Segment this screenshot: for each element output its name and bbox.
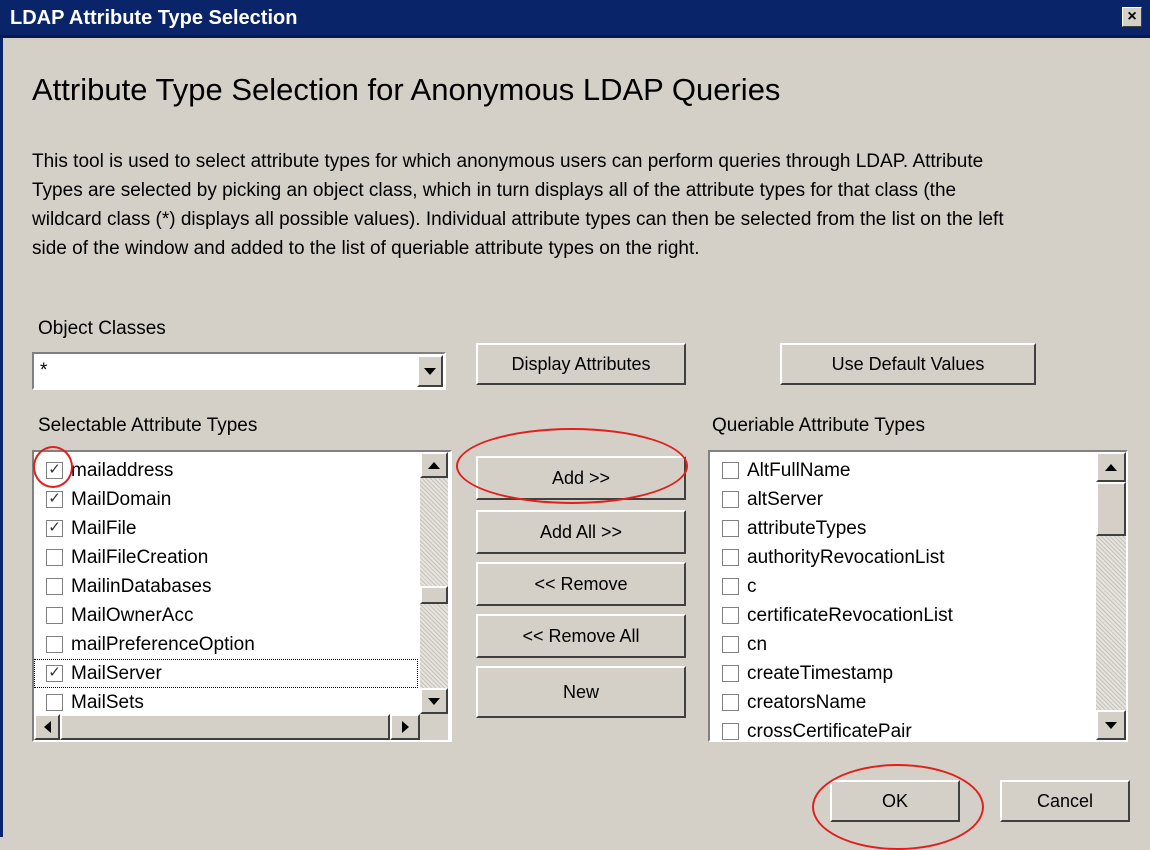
queriable-item-label: altServer: [747, 488, 824, 510]
close-button[interactable]: ×: [1122, 7, 1142, 27]
queriable-item-label: c: [747, 575, 757, 597]
queriable-attributes-label: Queriable Attribute Types: [712, 415, 925, 436]
selectable-item-label: MailDomain: [71, 488, 172, 510]
selectable-item-label: MailFileCreation: [71, 546, 209, 568]
queriable-list-item[interactable]: authorityRevocationList: [710, 543, 1094, 572]
use-default-values-button[interactable]: Use Default Values: [780, 343, 1036, 385]
selectable-item-label: mailaddress: [71, 459, 174, 481]
selectable-list-item[interactable]: ✓ MailDomain: [34, 485, 418, 514]
page-title: Attribute Type Selection for Anonymous L…: [32, 72, 781, 107]
selectable-list-item[interactable]: ✓ MailFile: [34, 514, 418, 543]
queriable-list-item[interactable]: c: [710, 572, 1094, 601]
queriable-scroll-up-button[interactable]: [1096, 452, 1126, 482]
selectable-item-label: MailinDatabases: [71, 575, 212, 597]
queriable-list-item[interactable]: certificateRevocationList: [710, 601, 1094, 630]
queriable-item-label: creatorsName: [747, 691, 867, 713]
new-button[interactable]: New: [476, 666, 686, 718]
queriable-list-item[interactable]: creatorsName: [710, 688, 1094, 717]
selectable-list-item[interactable]: MailOwnerAcc: [34, 601, 418, 630]
selectable-item-label: mailPreferenceOption: [71, 633, 255, 655]
queriable-item-label: cn: [747, 633, 768, 655]
checkbox-icon[interactable]: [46, 694, 63, 711]
checkbox-icon[interactable]: [722, 491, 739, 508]
selectable-list-item[interactable]: mailPreferenceOption: [34, 630, 418, 659]
queriable-item-label: createTimestamp: [747, 662, 894, 684]
queriable-item-label: crossCertificatePair: [747, 720, 912, 742]
checkbox-icon[interactable]: [722, 694, 739, 711]
remove-all-button[interactable]: << Remove All: [476, 614, 686, 658]
checkbox-icon[interactable]: [46, 636, 63, 653]
queriable-list-item[interactable]: altServer: [710, 485, 1094, 514]
selectable-list-item[interactable]: MailFileCreation: [34, 543, 418, 572]
selectable-list-item[interactable]: ✓ MailServer: [34, 659, 418, 688]
selectable-list-item[interactable]: MailSets: [34, 688, 418, 717]
selectable-scroll-up-button[interactable]: [420, 452, 448, 478]
selectable-item-label: MailSets: [71, 691, 144, 713]
queriable-list-item[interactable]: AltFullName: [710, 456, 1094, 485]
arrow-up-icon: [1105, 463, 1117, 471]
checkbox-icon[interactable]: [722, 462, 739, 479]
selectable-item-label: MailFile: [71, 517, 137, 539]
arrow-up-icon: [428, 461, 440, 469]
ok-button[interactable]: OK: [830, 780, 960, 822]
checkbox-icon[interactable]: [722, 578, 739, 595]
selectable-scroll-right-button[interactable]: [390, 714, 420, 740]
checkbox-icon[interactable]: [722, 636, 739, 653]
checkbox-icon[interactable]: [722, 607, 739, 624]
checkbox-icon[interactable]: [722, 723, 739, 740]
object-class-value: *: [40, 360, 48, 381]
window-title: LDAP Attribute Type Selection: [10, 7, 298, 29]
queriable-scroll-down-button[interactable]: [1096, 710, 1126, 740]
selectable-hscroll-thumb[interactable]: [60, 714, 390, 740]
checkbox-checked-icon[interactable]: ✓: [46, 665, 63, 682]
checkbox-icon[interactable]: [722, 520, 739, 537]
queriable-vscroll-thumb[interactable]: [1096, 482, 1126, 536]
selectable-scroll-left-button[interactable]: [34, 714, 60, 740]
selectable-attributes-label: Selectable Attribute Types: [38, 415, 258, 436]
arrow-left-icon: [43, 721, 51, 733]
dropdown-button[interactable]: [417, 355, 443, 387]
queriable-list-item[interactable]: createTimestamp: [710, 659, 1094, 688]
queriable-list-item[interactable]: cn: [710, 630, 1094, 659]
checkbox-icon[interactable]: [46, 549, 63, 566]
window-left-edge: [0, 38, 3, 837]
cancel-button[interactable]: Cancel: [1000, 780, 1130, 822]
remove-button[interactable]: << Remove: [476, 562, 686, 606]
selectable-attributes-list[interactable]: ✓ mailaddress ✓ MailDomain ✓ MailFile MailFile…: [32, 450, 452, 742]
checkbox-checked-icon[interactable]: ✓: [46, 491, 63, 508]
display-attributes-button[interactable]: Display Attributes: [476, 343, 686, 385]
queriable-list-item[interactable]: crossCertificatePair: [710, 717, 1094, 742]
queriable-item-label: authorityRevocationList: [747, 546, 945, 568]
object-classes-label: Object Classes: [38, 318, 166, 339]
add-all-button[interactable]: Add All >>: [476, 510, 686, 554]
checkbox-checked-icon[interactable]: ✓: [46, 462, 63, 479]
selectable-item-label: MailServer: [71, 662, 162, 684]
selectable-list-item[interactable]: MailinDatabases: [34, 572, 418, 601]
object-class-select[interactable]: *: [32, 352, 446, 390]
checkbox-icon[interactable]: [722, 549, 739, 566]
add-button[interactable]: Add >>: [476, 456, 686, 500]
selectable-item-label: MailOwnerAcc: [71, 604, 194, 626]
arrow-down-icon: [428, 697, 440, 705]
arrow-right-icon: [401, 721, 409, 733]
checkbox-icon[interactable]: [722, 665, 739, 682]
arrow-down-icon: [1105, 721, 1117, 729]
selectable-list-item[interactable]: ✓ mailaddress: [34, 456, 418, 485]
scroll-corner: [420, 714, 448, 740]
queriable-item-label: attributeTypes: [747, 517, 867, 539]
queriable-item-label: certificateRevocationList: [747, 604, 953, 626]
queriable-list-item[interactable]: attributeTypes: [710, 514, 1094, 543]
checkbox-icon[interactable]: [46, 607, 63, 624]
queriable-attributes-list[interactable]: AltFullName altServer attributeTypes author…: [708, 450, 1128, 742]
selectable-vscroll-thumb[interactable]: [420, 586, 448, 604]
queriable-item-label: AltFullName: [747, 459, 851, 481]
close-icon: ×: [1127, 8, 1137, 25]
selectable-scroll-down-button[interactable]: [420, 688, 448, 714]
title-bar: LDAP Attribute Type Selection ×: [0, 0, 1150, 38]
chevron-down-icon: [424, 367, 436, 375]
checkbox-checked-icon[interactable]: ✓: [46, 520, 63, 537]
checkbox-icon[interactable]: [46, 578, 63, 595]
description-text: This tool is used to select attribute ty…: [32, 151, 1004, 259]
